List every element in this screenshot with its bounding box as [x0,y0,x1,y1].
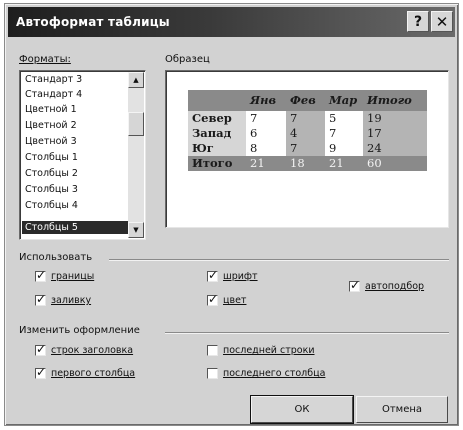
checkbox-box[interactable]: ✓ [35,292,47,306]
sample-cell: 7 [286,141,325,156]
dialog-title: Автоформат таблицы [16,15,170,29]
check-icon: ✓ [36,365,47,379]
check-icon: ✓ [36,342,47,356]
last-row-checkbox[interactable]: последней строки [207,345,315,356]
list-item-selected[interactable]: Столбцы 5 [22,221,130,234]
sample-cell: 21 [325,156,363,171]
sample-row: Север 7 7 5 19 [188,111,427,126]
sample-header-row: Янв Фев Мар Итого [188,90,427,111]
close-icon: ✕ [435,12,449,31]
sample-cell [188,90,246,111]
checkbox-box[interactable]: ✓ [207,292,219,306]
checkbox-box[interactable] [207,368,218,379]
font-label: шрифт [223,271,258,282]
change-group-label: Изменить оформление [19,325,140,336]
checkbox-box[interactable] [207,345,218,356]
formats-label: Форматы: [19,54,71,65]
sample-cell: 6 [250,126,258,140]
group-divider [109,259,449,261]
first-column-label: первого столбца [51,368,136,379]
list-item[interactable]: Столбцы 1 [22,151,130,164]
autofit-label: автоподбор [365,281,425,292]
preview-label: Образец [165,54,210,65]
list-item[interactable]: Столбцы 3 [22,183,130,196]
list-item[interactable]: Стандарт 4 [22,88,130,101]
fill-checkbox[interactable]: ✓ заливку [35,292,92,306]
preview-panel: Янв Фев Мар Итого Север 7 7 5 19 Запад 6… [165,70,449,228]
formats-scrollbar[interactable]: ▲ ▼ [128,72,144,238]
borders-label: границы [51,271,95,282]
sample-cell: 7 [329,126,337,140]
check-icon: ✓ [208,268,219,282]
checkbox-box[interactable]: ✓ [35,342,47,356]
sample-row: Запад 6 4 7 17 [188,126,427,141]
autoformat-dialog: Автоформат таблицы ? ✕ Форматы: Стандарт… [4,3,459,426]
sample-cell: 60 [363,156,427,171]
sample-cell: 24 [363,141,427,156]
sample-total-row: Итого 21 18 21 60 [188,156,427,171]
close-button[interactable]: ✕ [431,11,453,32]
sample-cell: 7 [286,111,325,126]
formats-listbox[interactable]: Стандарт 3 Стандарт 4 Цветной 1 Цветной … [19,70,146,240]
check-icon: ✓ [36,268,47,282]
sample-column-header: Итого [363,90,427,111]
sample-column-header: Янв [246,90,286,111]
color-label: цвет [223,295,247,306]
sample-cell: 7 [250,111,258,125]
sample-row-header: Запад [188,126,246,141]
ok-button[interactable]: ОК [250,395,354,424]
sample-row-header: Итого [188,156,246,171]
list-item[interactable]: Цветной 2 [22,119,130,132]
sample-cell: 21 [246,156,286,171]
fill-label: заливку [51,295,92,306]
help-icon: ? [413,13,423,30]
arrow-up-icon: ▲ [133,76,139,84]
sample-cell: 9 [329,141,337,155]
check-icon: ✓ [208,292,219,306]
list-item[interactable]: Цветной 1 [22,103,130,116]
list-item[interactable]: Столбцы 4 [22,199,130,212]
sample-row-header: Юг [188,141,246,156]
arrow-down-icon: ▼ [133,226,139,234]
last-column-label: последнего столбца [223,368,326,379]
scroll-thumb[interactable] [128,112,144,136]
font-checkbox[interactable]: ✓ шрифт [207,268,258,282]
last-column-checkbox[interactable]: последнего столбца [207,368,325,379]
group-divider [165,332,449,334]
use-group-label: Использовать [19,252,93,263]
title-bar[interactable]: Автоформат таблицы ? ✕ [8,7,455,37]
checkbox-box[interactable]: ✓ [35,268,47,282]
checkbox-box[interactable]: ✓ [349,278,361,292]
sample-cell: 19 [363,111,427,126]
list-item[interactable]: Столбцы 2 [22,167,130,180]
checkbox-box[interactable]: ✓ [207,268,219,282]
check-icon: ✓ [36,292,47,306]
autofit-checkbox[interactable]: ✓ автоподбор [349,278,425,292]
list-item[interactable]: Цветной 3 [22,135,130,148]
scroll-up-button[interactable]: ▲ [128,72,144,88]
cancel-button[interactable]: Отмена [356,396,448,423]
borders-checkbox[interactable]: ✓ границы [35,268,95,282]
header-rows-label: строк заголовка [51,345,134,356]
sample-row: Юг 8 7 9 24 [188,141,427,156]
sample-cell: 4 [286,126,325,141]
header-rows-checkbox[interactable]: ✓ строк заголовка [35,342,134,356]
list-item[interactable]: Стандарт 3 [22,73,130,86]
sample-row-header: Север [188,111,246,126]
sample-cell: 5 [329,111,337,125]
help-button[interactable]: ? [407,11,429,32]
sample-cell: 18 [286,156,325,171]
first-column-checkbox[interactable]: ✓ первого столбца [35,365,136,379]
sample-column-header: Фев [286,90,325,111]
scroll-down-button[interactable]: ▼ [128,222,144,238]
last-row-label: последней строки [223,345,315,356]
sample-table: Янв Фев Мар Итого Север 7 7 5 19 Запад 6… [188,90,427,171]
sample-cell: 17 [363,126,427,141]
color-checkbox[interactable]: ✓ цвет [207,292,247,306]
checkbox-box[interactable]: ✓ [35,365,47,379]
check-icon: ✓ [350,278,361,292]
sample-cell: 8 [250,141,258,155]
sample-column-header: Мар [325,90,363,111]
